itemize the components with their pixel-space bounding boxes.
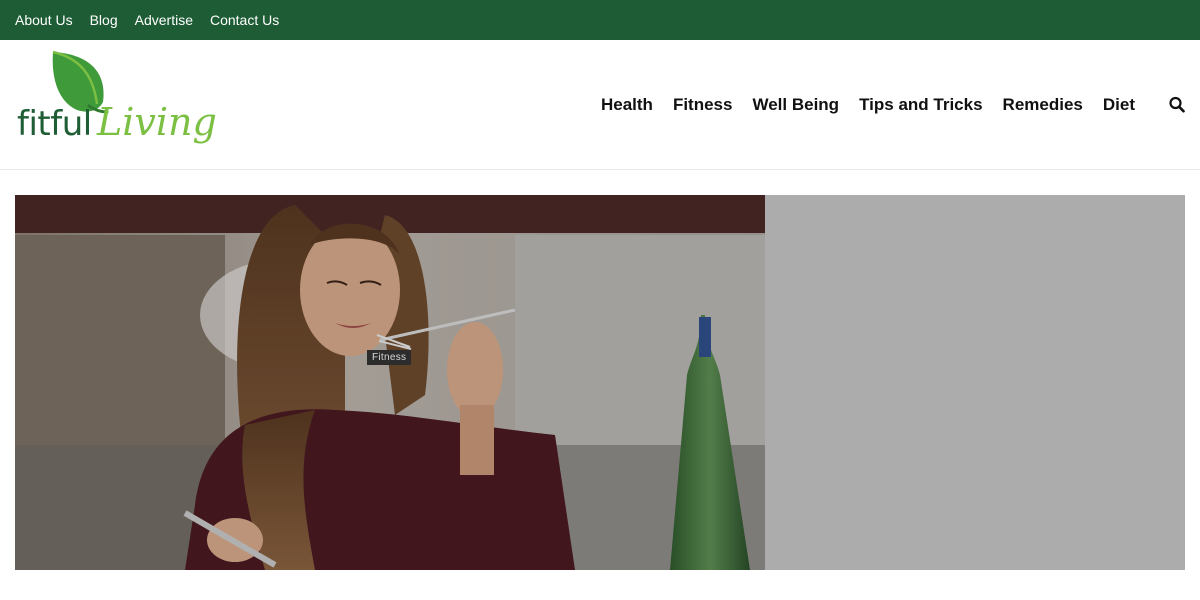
nav-item-diet[interactable]: Diet: [1103, 95, 1135, 115]
nav-item-well-being[interactable]: Well Being: [752, 95, 839, 115]
topbar-link-advertise[interactable]: Advertise: [135, 0, 193, 40]
woman-eating-photo: [15, 195, 765, 570]
featured-post-image[interactable]: Fitness: [15, 195, 765, 570]
logo-text-fitful: fitful: [17, 104, 92, 144]
nav-item-tips-and-tricks[interactable]: Tips and Tricks: [859, 95, 982, 115]
site-logo[interactable]: fitful Living: [15, 48, 217, 162]
topbar-link-contact-us[interactable]: Contact Us: [210, 0, 279, 40]
nav-item-remedies[interactable]: Remedies: [1003, 95, 1083, 115]
main-navigation: Health Fitness Well Being Tips and Trick…: [581, 40, 1135, 170]
nav-item-health[interactable]: Health: [601, 95, 653, 115]
topbar-link-blog[interactable]: Blog: [90, 0, 118, 40]
site-header: fitful Living Health Fitness Well Being …: [0, 40, 1200, 170]
nav-item-fitness[interactable]: Fitness: [673, 95, 733, 115]
logo-text-living: Living: [97, 100, 217, 144]
search-icon[interactable]: [1169, 96, 1185, 114]
top-bar: About Us Blog Advertise Contact Us: [0, 0, 1200, 40]
topbar-link-about-us[interactable]: About Us: [15, 0, 73, 40]
featured-side-panel: [765, 195, 1185, 570]
category-badge[interactable]: Fitness: [367, 350, 412, 365]
